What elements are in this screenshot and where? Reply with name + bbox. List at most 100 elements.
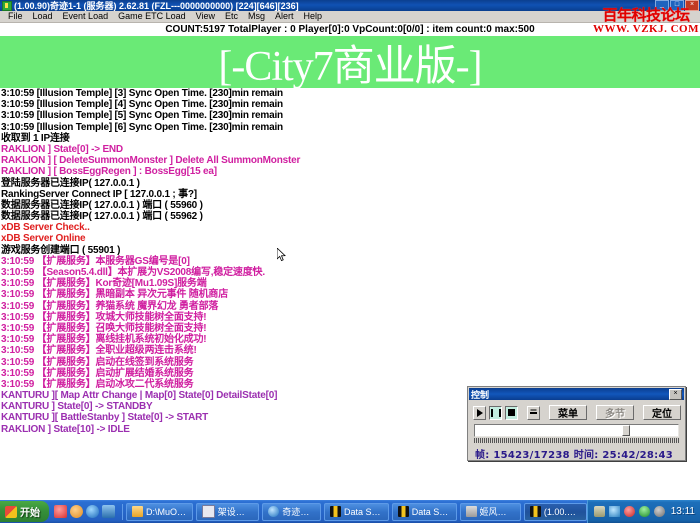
pause-icon xyxy=(491,409,501,417)
menu-item-load[interactable]: Load xyxy=(28,11,58,22)
log-line: 3:10:59 【扩展服务】养猫系统 魔界幻龙 勇者部落 xyxy=(1,301,700,312)
taskbar-task[interactable]: (1.00.90)奇... xyxy=(524,503,587,521)
playback-slider[interactable] xyxy=(474,424,679,437)
server-app-icon xyxy=(2,1,12,11)
log-line: 收取到 1 IP连接 xyxy=(1,133,700,144)
taskbar-task[interactable]: D:\MuOnline... xyxy=(126,503,193,521)
media-control-window[interactable]: 控制 × 菜单 多节 定位 帧: 15423/17238 时间: 25:42/2… xyxy=(467,386,686,461)
log-line: RAKLION ] [ BossEggRegen ] : BossEgg[15 … xyxy=(1,166,700,177)
log-line: RankingServer Connect IP [ 127.0.0.1 ; 事… xyxy=(1,189,700,200)
eject-icon xyxy=(530,412,537,414)
taskbar-task-label: 姬风网络Q... xyxy=(480,505,515,518)
log-line: RAKLION ] [ DeleteSummonMonster ] Delete… xyxy=(1,155,700,166)
media-control-title: 控制 xyxy=(471,388,669,401)
log-line: 3:10:59 【扩展服务】启动扩展结婚系统服务 xyxy=(1,368,700,379)
log-line: RAKLION ] State[0] -> END xyxy=(1,144,700,155)
multi-section-button: 多节 xyxy=(596,405,634,420)
close-button[interactable]: × xyxy=(685,0,699,11)
menu-item-alert[interactable]: Alert xyxy=(270,11,299,22)
window-title: (1.00.90)奇迹1-1 (服务器) 2.62.81 (FZL---0000… xyxy=(14,0,299,11)
taskbar-task[interactable]: 姬风网络Q... xyxy=(460,503,521,521)
media-transport-controls: 菜单 多节 定位 xyxy=(468,401,685,422)
log-line: 3:10:59 【扩展服务】攻城大师技能树全面支持! xyxy=(1,312,700,323)
taskbar-task-label: (1.00.90)奇... xyxy=(544,505,581,518)
maximize-button[interactable]: □ xyxy=(670,0,684,11)
menu-item-game-etc-load[interactable]: Game ETC Load xyxy=(113,11,191,22)
log-line: 3:10:59 【扩展服务】召唤大师技能树全面支持! xyxy=(1,323,700,334)
taskbar-clock[interactable]: 13:11 xyxy=(671,506,695,517)
log-line: 游戏服务创建端口 ( 55901 ) xyxy=(1,245,700,256)
taskbar-task-label: 架设说明 - ... xyxy=(218,505,254,518)
menu-item-help[interactable]: Help xyxy=(299,11,328,22)
taskbar-task[interactable]: Data Server... xyxy=(324,503,389,521)
stop-button[interactable] xyxy=(505,406,518,420)
grid-icon xyxy=(398,506,409,517)
printer-icon[interactable] xyxy=(594,506,605,517)
folder-icon xyxy=(132,506,143,517)
taskbar-task-label: Data Server... xyxy=(344,507,383,517)
log-line: 3:10:59 [Illusion Temple] [3] Sync Open … xyxy=(1,88,700,99)
taskbar-task-label: D:\MuOnline... xyxy=(146,507,187,517)
locate-button[interactable]: 定位 xyxy=(643,405,681,420)
taskbar-task[interactable]: 奇迹Mu数... xyxy=(262,503,321,521)
menu-item-etc[interactable]: Etc xyxy=(220,11,243,22)
window-titlebar[interactable]: (1.00.90)奇迹1-1 (服务器) 2.62.81 (FZL---0000… xyxy=(0,0,700,11)
qq-icon[interactable] xyxy=(54,505,67,518)
menu-bar: File Load Event Load Game ETC Load View … xyxy=(0,11,700,23)
log-line: 3:10:59 【扩展服务】Kor奇迹[Mu1.09S]服务端 xyxy=(1,278,700,289)
taskbar-task-label: Data Server... xyxy=(412,507,451,517)
taskbar-task[interactable]: 架设说明 - ... xyxy=(196,503,260,521)
volume-icon[interactable] xyxy=(654,506,665,517)
pause-button[interactable] xyxy=(489,406,502,420)
shield-icon[interactable] xyxy=(639,506,650,517)
log-line: 数据服务器已连接IP( 127.0.0.1 ) 端口 ( 55962 ) xyxy=(1,211,700,222)
grid-icon xyxy=(330,506,341,517)
play-button[interactable] xyxy=(473,406,486,420)
menu-item-view[interactable]: View xyxy=(191,11,220,22)
app-icon xyxy=(466,506,477,517)
menu-item-event-load[interactable]: Event Load xyxy=(58,11,114,22)
media-control-close-icon[interactable]: × xyxy=(669,389,682,400)
qq-tray-icon[interactable] xyxy=(624,506,635,517)
glob-icon xyxy=(268,506,279,517)
log-line: 3:10:59 [Illusion Temple] [6] Sync Open … xyxy=(1,122,700,133)
menu-item-msg[interactable]: Msg xyxy=(243,11,270,22)
eject-button[interactable] xyxy=(527,406,540,420)
server-status-line: COUNT:5197 TotalPlayer : 0 Player[0]:0 V… xyxy=(0,23,700,36)
log-line: 3:10:59 【扩展服务】离线挂机系统初始化成功! xyxy=(1,334,700,345)
browser-icon[interactable] xyxy=(86,505,99,518)
menu-item-file[interactable]: File xyxy=(3,11,28,22)
menu-button[interactable]: 菜单 xyxy=(549,405,587,420)
log-line: 3:10:59 【扩展服务】本服务器GS编号是[0] xyxy=(1,256,700,267)
playback-status-text: 帧: 15423/17238 时间: 25:42/28:43 xyxy=(475,446,679,461)
log-line: 3:10:59 【扩展服务】全职业超级两连击系统! xyxy=(1,345,700,356)
taskbar: 开始 D:\MuOnline... 架设说明 - ... 奇迹Mu数... Data … xyxy=(0,500,700,523)
playback-tick-marks xyxy=(474,438,679,443)
version-banner: [-City7商业版-] xyxy=(0,36,700,88)
windows-logo-icon xyxy=(5,506,17,518)
taskbar-task[interactable]: Data Server... xyxy=(392,503,457,521)
desktop: (1.00.90)奇迹1-1 (服务器) 2.62.81 (FZL---0000… xyxy=(0,0,700,523)
log-line: 3:10:59 [Illusion Temple] [4] Sync Open … xyxy=(1,99,700,110)
log-line: xDB Server Check.. xyxy=(1,222,700,233)
log-line: xDB Server Online xyxy=(1,233,700,244)
grid-icon xyxy=(530,506,541,517)
mail-icon[interactable] xyxy=(70,505,83,518)
log-line: 数据服务器已连接IP( 127.0.0.1 ) 端口 ( 55960 ) xyxy=(1,200,700,211)
media-control-titlebar[interactable]: 控制 × xyxy=(469,388,684,400)
playback-slider-thumb[interactable] xyxy=(622,425,630,436)
stop-icon xyxy=(508,409,515,416)
version-banner-text: [-City7商业版-] xyxy=(218,36,481,88)
log-line: 3:10:59 【扩展服务】黑暗副本 异次元事件 随机商店 xyxy=(1,289,700,300)
log-line: 3:10:59 [Illusion Temple] [5] Sync Open … xyxy=(1,110,700,121)
media-icon[interactable] xyxy=(102,505,115,518)
quick-launch-bar xyxy=(49,505,119,518)
taskbar-divider xyxy=(122,504,123,520)
play-icon xyxy=(477,409,483,417)
log-line: 登陆服务器已连接IP( 127.0.0.1 ) xyxy=(1,178,700,189)
doc-icon xyxy=(202,505,215,518)
log-line: 3:10:59 【Season5.4.dll】本扩展为VS2008编写,稳定速度… xyxy=(1,267,700,278)
minimize-button[interactable]: _ xyxy=(655,0,669,11)
start-button[interactable]: 开始 xyxy=(0,501,49,522)
network-icon[interactable] xyxy=(609,506,620,517)
